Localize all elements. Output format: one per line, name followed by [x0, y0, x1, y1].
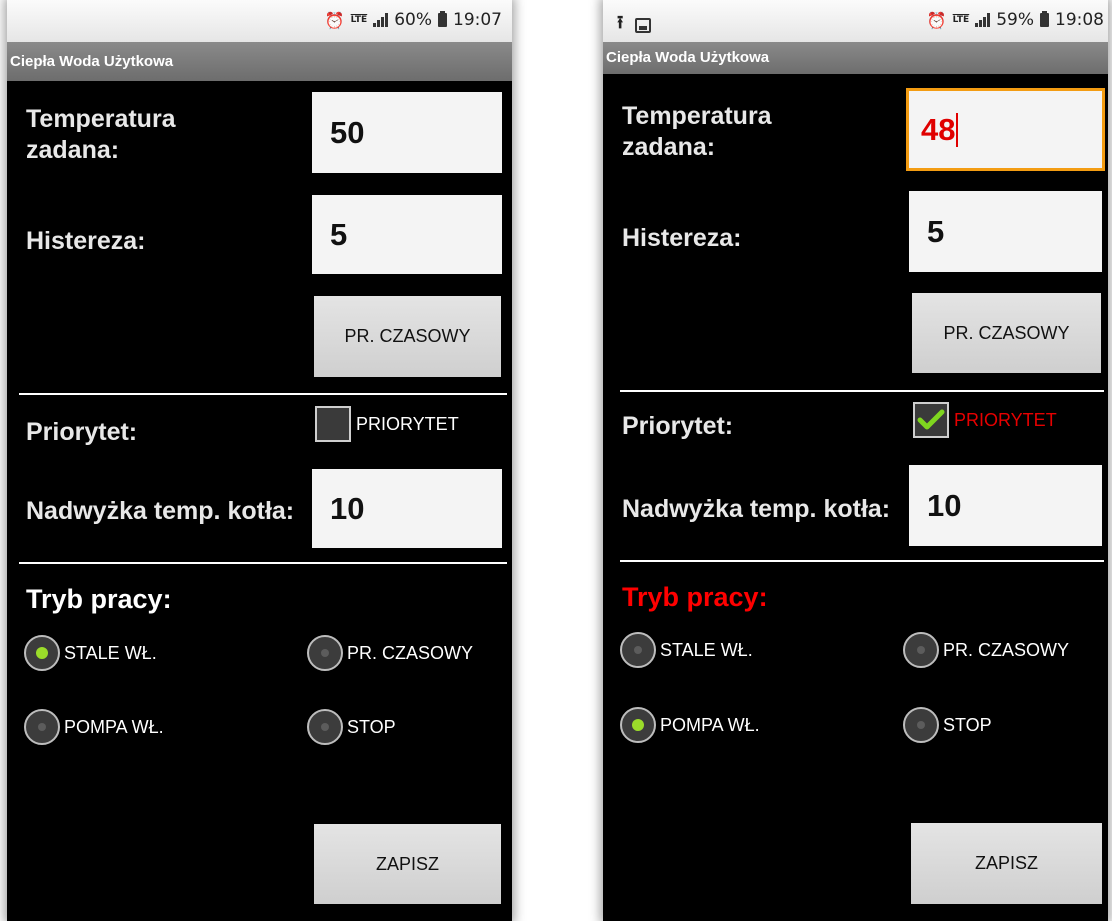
- radio-label: STALE WŁ.: [64, 642, 157, 663]
- checkmark-icon: [917, 409, 945, 430]
- text-cursor: [956, 112, 959, 147]
- work-mode-title: Tryb pracy:: [622, 582, 768, 612]
- temperature-input[interactable]: 48: [906, 88, 1105, 171]
- battery-icon: [438, 11, 447, 27]
- status-bar: ⭱ ⏰ LTE 59% 19:08: [603, 0, 1108, 42]
- temperature-label: Temperatura zadana:: [622, 102, 772, 161]
- priority-checkbox[interactable]: PRIORYTET: [913, 402, 1057, 438]
- radio-stop[interactable]: STOP: [903, 707, 992, 743]
- radio-button[interactable]: [903, 632, 939, 668]
- alarm-icon: ⏰: [324, 10, 345, 30]
- radio-label: PR. CZASOWY: [347, 642, 474, 663]
- radio-button[interactable]: [307, 709, 343, 745]
- priority-label: Priorytet:: [622, 412, 734, 440]
- schedule-button[interactable]: PR. CZASOWY: [912, 293, 1101, 373]
- battery-percent: 59%: [996, 10, 1034, 30]
- radio-label: POMPA WŁ.: [660, 714, 760, 735]
- hysteresis-input[interactable]: 5: [312, 195, 502, 274]
- radio-pump-on[interactable]: POMPA WŁ.: [620, 707, 760, 743]
- temperature-input[interactable]: 50: [312, 92, 502, 173]
- app-title: Ciepła Woda Użytkowa: [603, 42, 1108, 74]
- checkbox-box[interactable]: [315, 406, 351, 442]
- signal-icon: [975, 13, 991, 27]
- clock: 19:08: [1055, 10, 1104, 30]
- checkbox-label: PRIORYTET: [356, 413, 459, 434]
- battery-percent: 60%: [394, 10, 432, 30]
- radio-label: STALE WŁ.: [660, 639, 753, 660]
- alarm-icon: ⏰: [926, 10, 947, 30]
- divider: [620, 560, 1104, 562]
- clock: 19:07: [453, 10, 502, 30]
- radio-label: PR. CZASOWY: [943, 639, 1070, 660]
- hysteresis-input[interactable]: 5: [909, 191, 1102, 272]
- radio-schedule[interactable]: PR. CZASOWY: [307, 635, 473, 671]
- priority-checkbox[interactable]: PRIORYTET: [315, 406, 459, 442]
- save-button[interactable]: ZAPISZ: [314, 824, 501, 904]
- checkbox-box[interactable]: [913, 402, 949, 438]
- boiler-excess-input[interactable]: 10: [312, 469, 502, 548]
- radio-button[interactable]: [24, 709, 60, 745]
- checkbox-label: PRIORYTET: [954, 409, 1057, 430]
- radio-schedule[interactable]: PR. CZASOWY: [903, 632, 1069, 668]
- divider: [620, 390, 1104, 392]
- radio-always-on[interactable]: STALE WŁ.: [24, 635, 157, 671]
- phone-screen-left: ⏰ LTE 60% 19:07 Ciepła Woda Użytkowa Tem…: [7, 0, 512, 921]
- radio-button[interactable]: [903, 707, 939, 743]
- schedule-button[interactable]: PR. CZASOWY: [314, 296, 501, 377]
- radio-button[interactable]: [620, 707, 656, 743]
- battery-icon: [1040, 11, 1049, 27]
- lte-icon: LTE: [350, 14, 368, 25]
- phone-screen-right: ⭱ ⏰ LTE 59% 19:08 Ciepła Woda Użytkowa T…: [603, 0, 1108, 921]
- work-mode-title: Tryb pracy:: [26, 584, 172, 614]
- radio-label: STOP: [943, 714, 992, 735]
- radio-always-on[interactable]: STALE WŁ.: [620, 632, 753, 668]
- temperature-value: 48: [921, 111, 956, 147]
- radio-button[interactable]: [620, 632, 656, 668]
- boiler-excess-input[interactable]: 10: [909, 465, 1102, 546]
- save-button[interactable]: ZAPISZ: [911, 823, 1102, 904]
- divider: [19, 393, 507, 395]
- radio-label: POMPA WŁ.: [64, 716, 164, 737]
- radio-pump-on[interactable]: POMPA WŁ.: [24, 709, 164, 745]
- image-icon: [635, 17, 652, 33]
- radio-button[interactable]: [307, 635, 343, 671]
- lte-icon: LTE: [952, 14, 970, 25]
- app-title: Ciepła Woda Użytkowa: [7, 42, 512, 81]
- radio-button[interactable]: [24, 635, 60, 671]
- radio-label: STOP: [347, 716, 396, 737]
- status-bar: ⏰ LTE 60% 19:07: [7, 0, 512, 42]
- hysteresis-label: Histereza:: [26, 227, 146, 255]
- temperature-label: Temperatura zadana:: [26, 105, 176, 164]
- boiler-excess-label: Nadwyżka temp. kotła:: [622, 495, 891, 523]
- divider: [19, 562, 507, 564]
- signal-icon: [373, 13, 389, 27]
- boiler-excess-label: Nadwyżka temp. kotła:: [26, 497, 295, 525]
- priority-label: Priorytet:: [26, 418, 138, 446]
- radio-stop[interactable]: STOP: [307, 709, 396, 745]
- hysteresis-label: Histereza:: [622, 224, 742, 252]
- upload-icon: ⭱: [617, 12, 624, 33]
